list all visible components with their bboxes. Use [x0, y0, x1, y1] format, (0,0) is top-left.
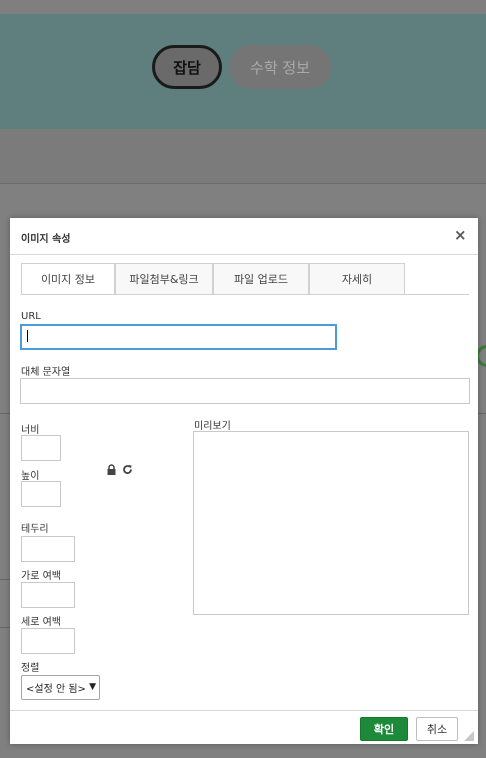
divider: [0, 579, 10, 580]
image-properties-dialog: 이미지 속성 × 이미지 정보 파일첨부&링크 파일 업로드 자세히 URL 대…: [10, 218, 478, 744]
align-select[interactable]: <설정 안 됨> ▼: [21, 675, 100, 700]
dialog-title: 이미지 속성: [21, 234, 71, 245]
border-label: 테두리: [21, 524, 49, 535]
close-icon[interactable]: ×: [454, 226, 467, 244]
divider: [478, 413, 486, 414]
hspace-input[interactable]: [21, 582, 75, 608]
tab-divider: [21, 294, 469, 295]
divider: [0, 627, 10, 628]
dialog-footer: 확인 취소: [10, 710, 478, 744]
tab-advanced[interactable]: 자세히: [309, 263, 405, 295]
width-input[interactable]: [21, 435, 61, 461]
preview-label: 미리보기: [194, 421, 231, 432]
cancel-button[interactable]: 취소: [416, 717, 458, 741]
tab-file-upload[interactable]: 파일 업로드: [213, 263, 309, 295]
tab-math-info[interactable]: 수학 정보: [229, 45, 331, 89]
dropdown-arrow-icon: ▼: [89, 682, 96, 692]
align-select-value: <설정 안 됨>: [26, 684, 86, 695]
url-input[interactable]: [20, 324, 337, 350]
preview-area: [193, 431, 469, 615]
divider: [0, 413, 10, 414]
page-subheader: [0, 129, 486, 184]
height-label: 높이: [21, 471, 40, 482]
resize-handle-icon[interactable]: [464, 731, 474, 741]
alt-text-label: 대체 문자열: [21, 367, 71, 378]
tab-chat[interactable]: 잡담: [152, 45, 222, 89]
reset-size-icon[interactable]: [122, 464, 133, 478]
align-label: 정렬: [21, 663, 40, 674]
dialog-titlebar: 이미지 속성 ×: [10, 218, 478, 255]
page-top-bar: [0, 0, 486, 14]
width-label: 너비: [21, 425, 40, 436]
tab-image-info[interactable]: 이미지 정보: [21, 263, 115, 295]
ok-button[interactable]: 확인: [360, 717, 408, 741]
hspace-label: 가로 여백: [21, 571, 61, 582]
height-input[interactable]: [21, 481, 61, 507]
vspace-label: 세로 여백: [21, 617, 61, 628]
tab-attachment-link[interactable]: 파일첨부&링크: [115, 263, 213, 295]
vspace-input[interactable]: [21, 628, 75, 654]
url-label: URL: [21, 311, 41, 322]
alt-text-input[interactable]: [20, 378, 470, 404]
text-caret: [27, 330, 28, 342]
lock-ratio-icon[interactable]: [106, 464, 117, 478]
border-input[interactable]: [21, 536, 75, 562]
page-header: 잡담 수학 정보: [0, 14, 486, 129]
